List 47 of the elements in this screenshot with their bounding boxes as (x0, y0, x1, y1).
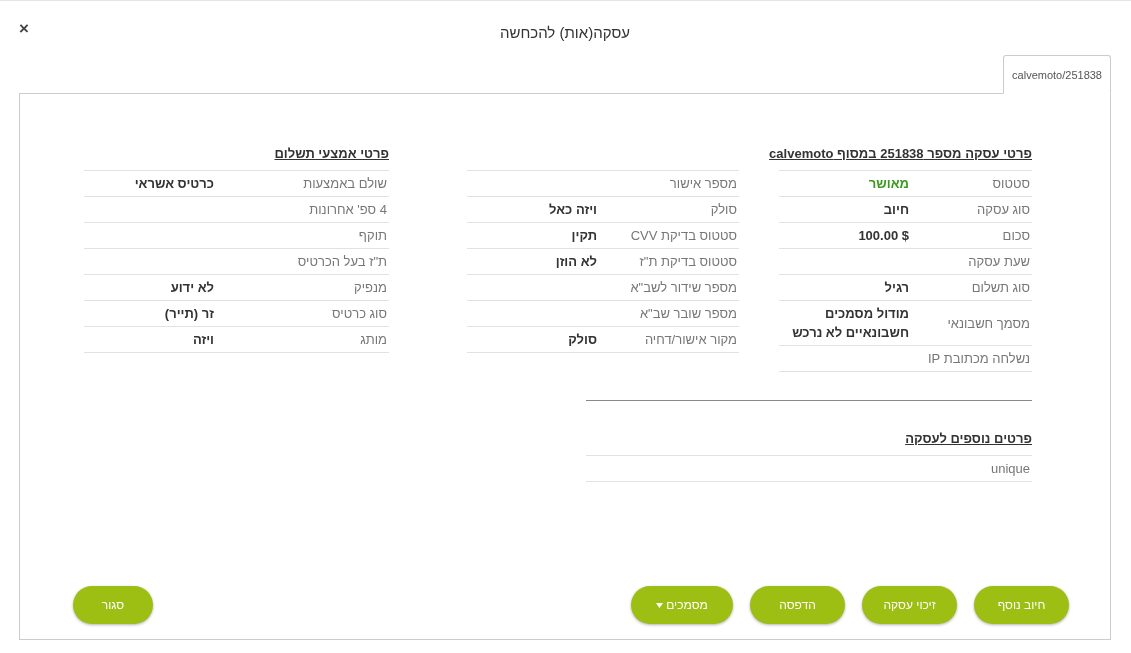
field-value: ויזה (191, 331, 214, 349)
field-value: לא ידוע (169, 279, 214, 297)
field-label: נשלחה מכתובת IP (927, 351, 1031, 366)
field-label: שעת עסקה (968, 254, 1031, 269)
field-label: מקור אישור/דחיה (644, 332, 738, 347)
field-label: סטטוס בדיקת ת"ז (639, 254, 738, 269)
field-value: חיוב (882, 201, 909, 219)
field-label: מספר שובר שב"א (639, 306, 738, 321)
section-heading: פרטי עסקה מספר 251838 במסוף calvemoto (769, 145, 1032, 163)
tab[interactable]: calvemoto/251838 (1003, 55, 1111, 94)
close-dialog-button[interactable]: סגור (73, 586, 153, 624)
field-label: מותג (360, 332, 388, 347)
field-label: סטטוס (992, 176, 1031, 191)
field-value: ויזה כאל (548, 201, 597, 219)
section-heading: פרטי אמצעי תשלום (274, 145, 389, 163)
field-label: מספר אישור (669, 176, 738, 191)
field-label: שולם באמצעות (303, 176, 388, 191)
field-label: 4 ספ' אחרונות (309, 202, 388, 217)
field-label: מסמך חשבונאי (947, 315, 1031, 331)
field-value: מודול מסמכים חשבונאיים לא נרכש (791, 305, 909, 342)
close-button[interactable]: × (15, 17, 33, 41)
field-label: סוג כרטיס (332, 306, 388, 321)
field-label: מספר שידור לשב"א (630, 280, 738, 295)
field-value: $ 100.00 (857, 227, 909, 245)
action-button[interactable]: חיוב נוסף (974, 586, 1069, 624)
action-button[interactable]: זיכוי עסקה (862, 586, 957, 624)
dialog-title: עסקה(אות) להכחשה (499, 23, 631, 41)
field-label: תוקף (358, 228, 388, 243)
field-label: unique (990, 461, 1031, 476)
field-label: סוג עסקה (977, 202, 1031, 217)
documents-dropdown[interactable]: מסמכים (631, 586, 733, 624)
caret-icon (656, 602, 664, 608)
field-value: כרטיס אשראי (133, 175, 214, 193)
field-value: מאושר (867, 175, 909, 193)
field-value: זר (תייר) (163, 305, 214, 323)
field-value: לא הוזן (554, 253, 597, 271)
field-label: סוג תשלום (971, 280, 1031, 295)
field-value: תקין (570, 227, 597, 245)
field-value: סולק (567, 331, 597, 349)
field-label: ת"ז בעל הכרטיס (297, 254, 388, 269)
field-label: סכום (1002, 228, 1031, 243)
section-heading: פרטים נוספים לעסקה (905, 430, 1032, 448)
field-label: סטטוס בדיקת CVV (630, 228, 738, 243)
field-label: מנפיק (354, 280, 388, 295)
action-button[interactable]: הדפסה (750, 586, 845, 624)
field-value: רגיל (883, 279, 909, 297)
field-label: סולק (710, 202, 738, 217)
